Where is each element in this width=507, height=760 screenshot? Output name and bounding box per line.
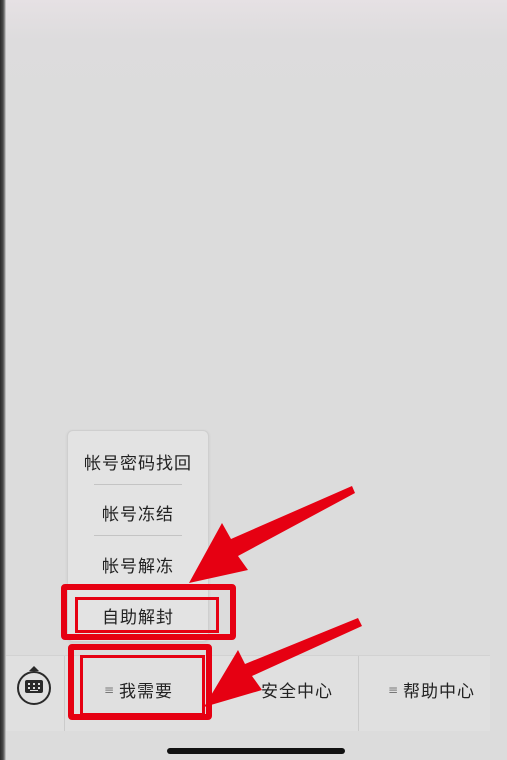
menu-tab-security-center[interactable]: 安全中心 — [261, 677, 333, 702]
highlight-box-self-unban — [61, 584, 236, 640]
menu-item-account-unfreeze[interactable]: 帐号解冻 — [68, 552, 208, 577]
menu-tab-label: 安全中心 — [261, 682, 333, 702]
left-edge-shadow — [0, 0, 6, 760]
keyboard-toggle-button[interactable] — [17, 666, 51, 705]
keyboard-keys-icon — [25, 680, 43, 693]
menu-divider — [94, 535, 182, 536]
list-icon: ≡ — [388, 682, 400, 697]
home-indicator[interactable] — [167, 748, 345, 754]
bar-divider — [358, 656, 359, 731]
menu-item-account-freeze[interactable]: 帐号冻结 — [68, 500, 208, 525]
menu-item-password-recovery[interactable]: 帐号密码找回 — [68, 449, 208, 474]
bar-divider — [64, 656, 65, 731]
highlight-box-need-tab — [68, 644, 212, 720]
menu-tab-label: 帮助中心 — [403, 682, 475, 702]
menu-divider — [94, 484, 182, 485]
menu-tab-help-center[interactable]: ≡ 帮助中心 — [388, 677, 475, 702]
